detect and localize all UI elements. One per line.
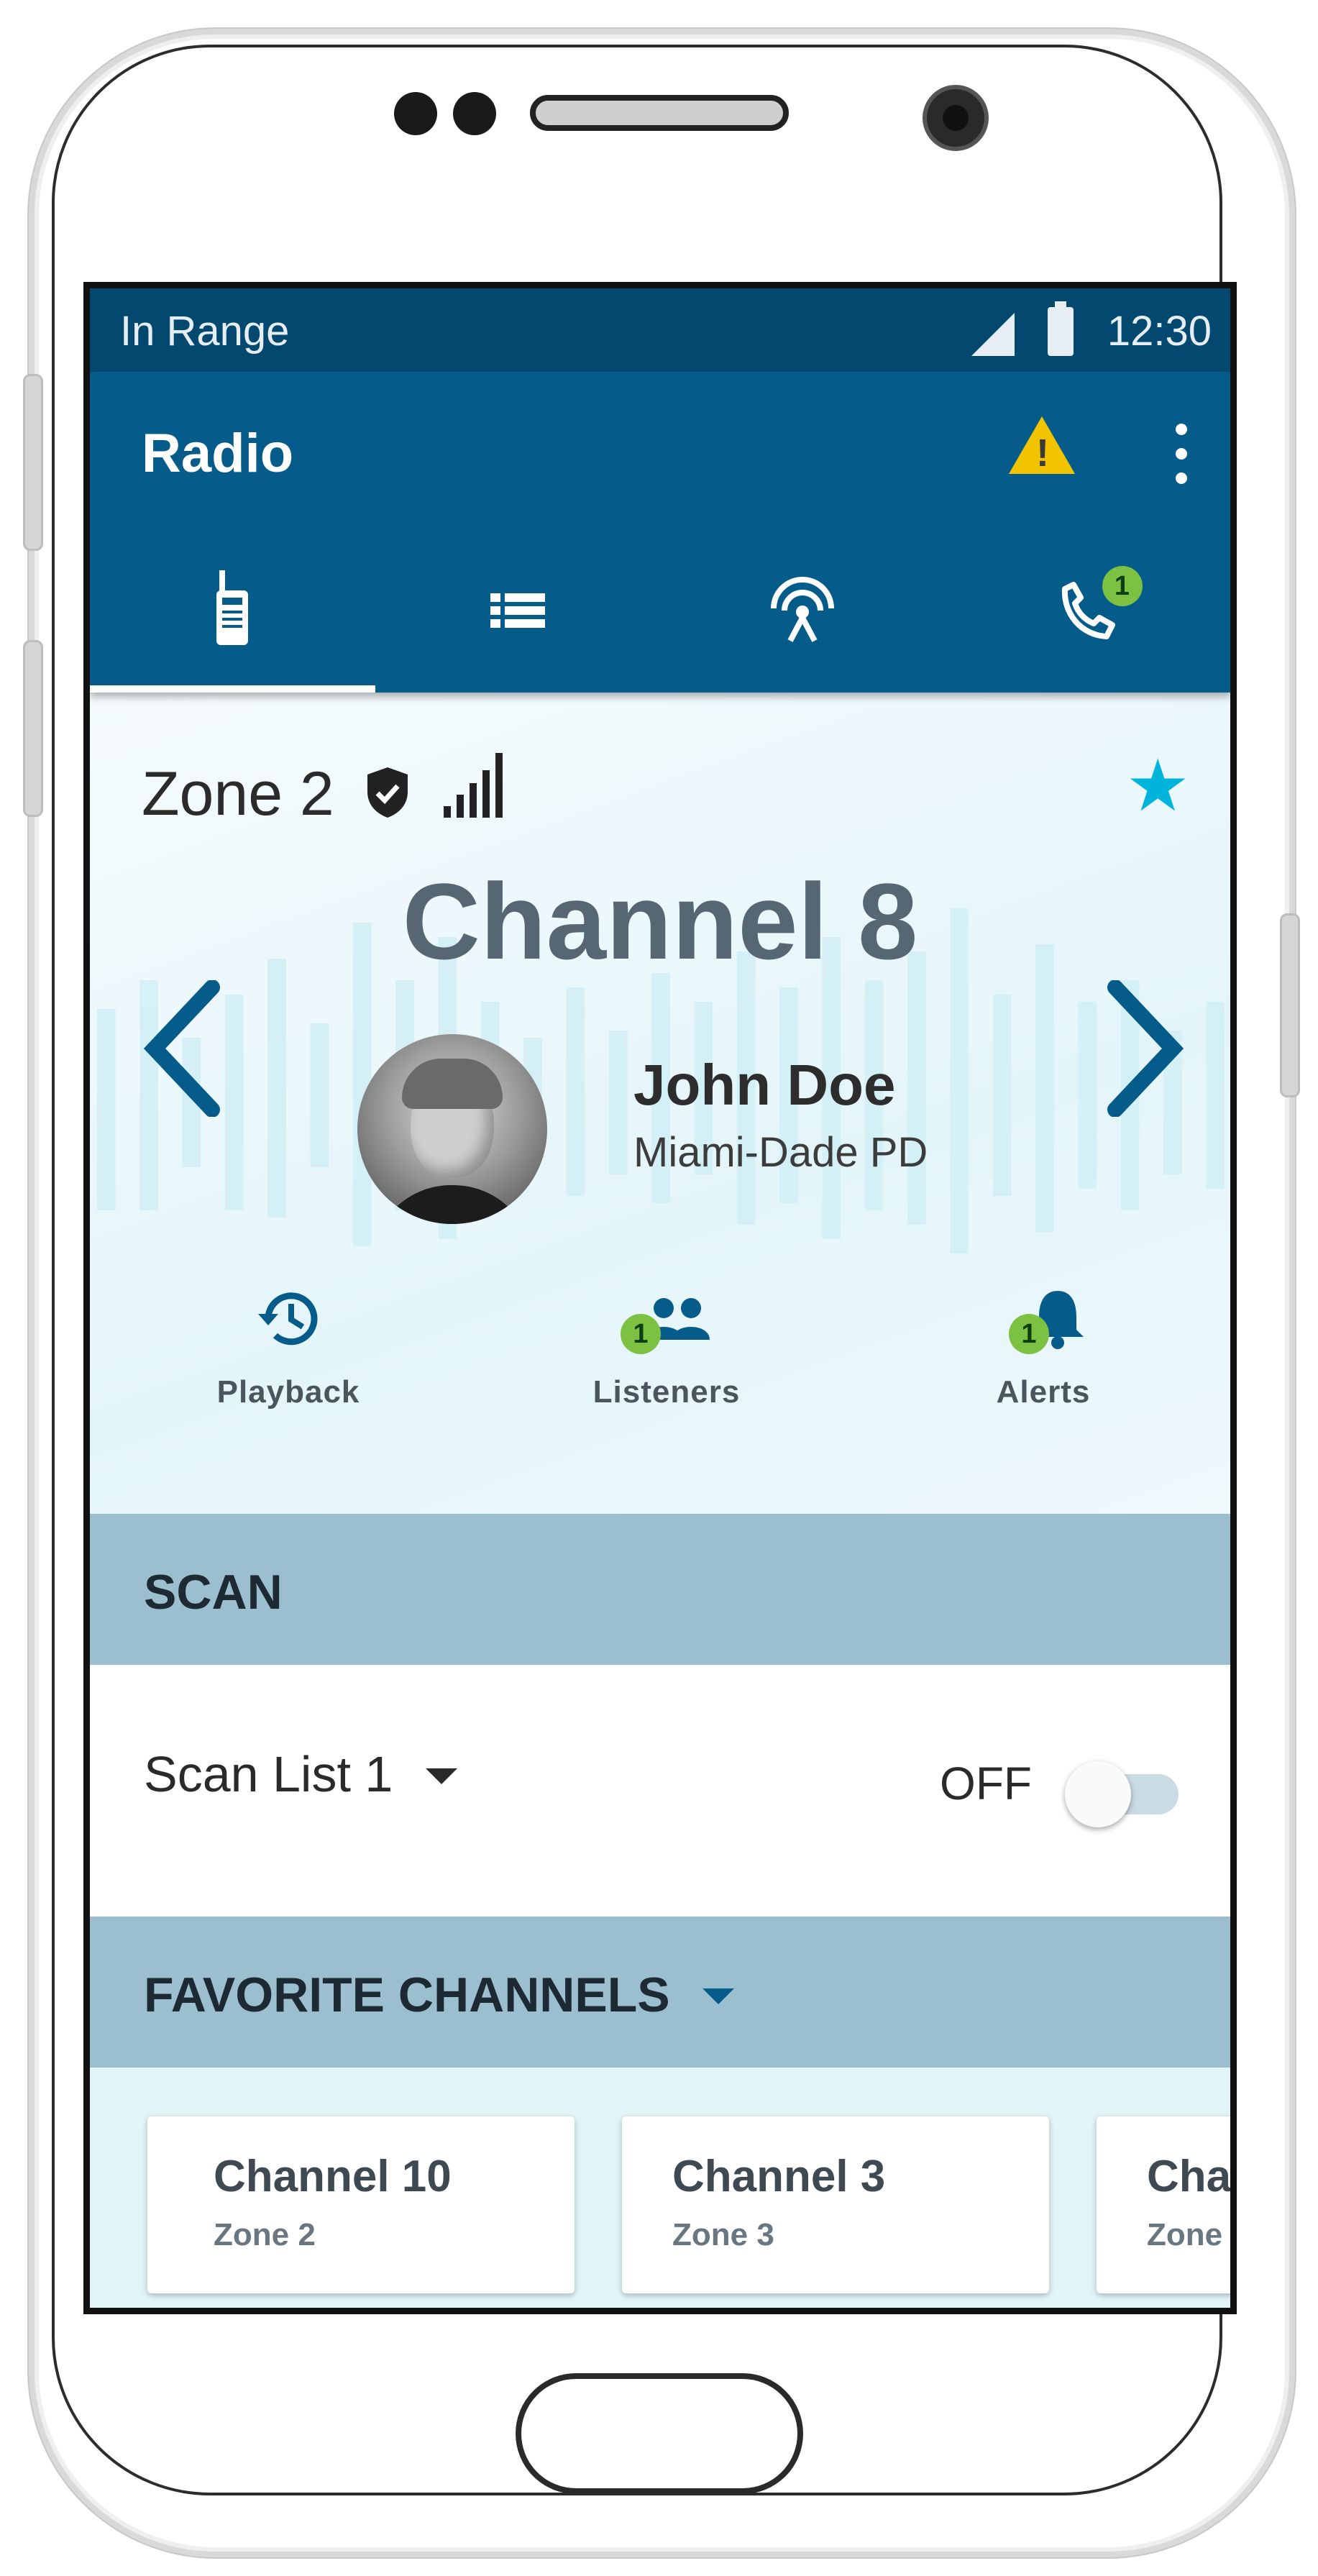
listeners-label: Listeners (592, 1374, 741, 1410)
playback-button[interactable]: Playback (180, 1282, 396, 1410)
tab-broadcast[interactable] (660, 544, 946, 693)
front-camera (923, 85, 989, 151)
clock: 12:30 (1107, 308, 1212, 355)
zone-label: Zone 2 (142, 759, 334, 828)
history-icon (258, 1292, 318, 1346)
tab-calls[interactable]: 1 (946, 544, 1231, 693)
favorite-channel-zone: Zone 3 (672, 2217, 774, 2252)
playback-label: Playback (216, 1374, 360, 1410)
favorite-channels-list: Channel 10 Zone 2 Channel 3 Zone 3 Cha Z… (90, 2068, 1230, 2308)
more-options-icon[interactable] (1176, 424, 1187, 484)
range-status: In Range (120, 308, 290, 355)
tab-channel-list[interactable] (375, 544, 661, 693)
favorite-channel-card[interactable]: Channel 10 Zone 2 (147, 2116, 575, 2293)
home-button[interactable] (516, 2373, 803, 2494)
speaker-avatar (357, 1034, 547, 1224)
warning-icon[interactable]: ! (1009, 416, 1075, 475)
app-bar: Radio ! 1 (90, 372, 1230, 693)
tab-radio[interactable] (90, 544, 375, 693)
broadcast-tower-icon (771, 577, 835, 642)
favorite-channel-zone: Zone (1147, 2217, 1223, 2252)
favorite-channel-name: Channel 3 (672, 2152, 886, 2201)
scan-section-header: SCAN (90, 1514, 1230, 1665)
listeners-badge: 1 (621, 1314, 661, 1354)
caret-down-icon (425, 1768, 457, 1784)
walkie-talkie-icon (216, 570, 249, 645)
earpiece-speaker (530, 95, 789, 131)
next-channel-arrow[interactable] (1101, 980, 1187, 1117)
zone-indicator: Zone 2 (142, 750, 507, 830)
previous-channel-arrow[interactable] (140, 980, 226, 1117)
scan-header-label: SCAN (144, 1565, 283, 1620)
current-channel-panel: Zone 2 ★ Channel 8 John Doe Miami-Dade P… (90, 693, 1230, 1514)
cell-signal-icon (971, 313, 1015, 356)
favorites-header-text: FAVORITE CHANNELS (144, 1968, 670, 2022)
tab-bar: 1 (90, 544, 1230, 693)
alerts-button[interactable]: 1 Alerts (935, 1282, 1151, 1410)
power-button (1280, 913, 1300, 1097)
sensor-dot-1 (394, 92, 437, 135)
scan-list-label: Scan List 1 (144, 1746, 393, 1802)
volume-button-down (23, 640, 43, 817)
calls-badge: 1 (1102, 566, 1143, 606)
scan-section: Scan List 1 OFF (90, 1665, 1230, 1917)
status-bar: In Range 12:30 (90, 288, 1230, 372)
favorite-channel-name: Channel 10 (214, 2152, 452, 2201)
speaker-agency: Miami-Dade PD (633, 1129, 928, 1176)
favorites-header-label: FAVORITE CHANNELS (144, 1967, 734, 2023)
app-title: Radio (142, 423, 294, 484)
volume-button-up (23, 374, 43, 551)
favorite-channel-zone: Zone 2 (214, 2217, 316, 2252)
favorite-star-icon[interactable]: ★ (1125, 750, 1190, 822)
list-icon (490, 593, 545, 628)
sensor-dot-2 (453, 92, 496, 135)
alerts-label: Alerts (996, 1374, 1091, 1410)
favorite-channel-card[interactable]: Channel 3 Zone 3 (622, 2116, 1049, 2293)
speaker-name: John Doe (633, 1053, 896, 1117)
alerts-badge: 1 (1009, 1314, 1049, 1354)
scan-toggle-knob[interactable] (1065, 1761, 1131, 1827)
channel-name: Channel 8 (402, 861, 918, 982)
caret-down-icon (702, 1988, 734, 2004)
secure-shield-icon (367, 767, 408, 818)
favorite-channel-card[interactable]: Cha Zone (1097, 2116, 1232, 2293)
scan-list-dropdown[interactable]: Scan List 1 (144, 1745, 457, 1803)
signal-strength-icon (443, 753, 503, 818)
listeners-button[interactable]: 1 Listeners (559, 1282, 774, 1410)
scan-toggle-state: OFF (940, 1758, 1032, 1809)
battery-icon (1048, 301, 1074, 356)
favorite-channel-name: Cha (1147, 2152, 1232, 2201)
screen: In Range 12:30 Radio ! 1 Zone 2 ★ Channe… (83, 282, 1237, 2314)
favorites-section-header[interactable]: FAVORITE CHANNELS (90, 1917, 1230, 2068)
